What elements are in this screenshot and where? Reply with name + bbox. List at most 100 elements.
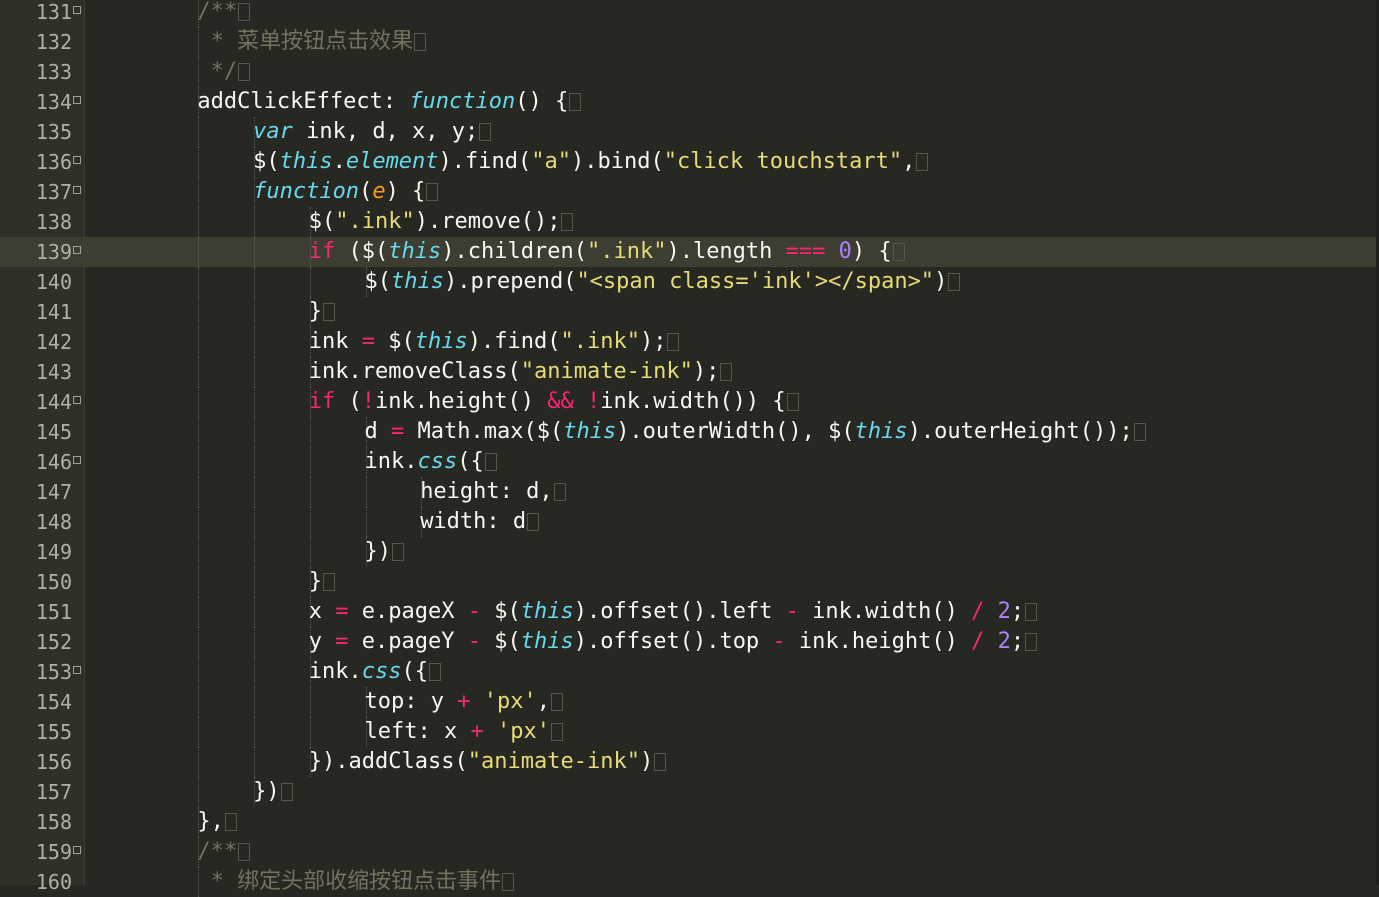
string-token: 'px': [496, 719, 550, 744]
fold-toggle-icon[interactable]: [73, 156, 81, 164]
code-line[interactable]: 136 $(this.element).find("a").bind("click…: [0, 147, 1379, 177]
code-line[interactable]: 139 if ($(this).children(".ink").length =…: [0, 237, 1379, 267]
line-ending-marker: [224, 813, 237, 831]
code-line[interactable]: 141}: [0, 297, 1379, 327]
code-token: ;: [1010, 629, 1025, 654]
code-token: ink: [308, 329, 362, 354]
line-ending-marker: [786, 393, 799, 411]
comment-token: /**: [197, 839, 238, 864]
code-token: ,: [536, 689, 550, 714]
code-line[interactable]: 134 addClickEffect: function() {: [0, 87, 1379, 117]
code-text: if ($(this).children(".ink").length === …: [309, 237, 905, 267]
code-token: y: [308, 629, 336, 654]
indent-guide: [198, 747, 200, 777]
code-line[interactable]: 131 /**: [0, 0, 1379, 27]
code-token: () {: [515, 89, 569, 114]
fold-toggle-icon[interactable]: [73, 666, 81, 674]
code-line[interactable]: 148 width: d: [0, 507, 1379, 537]
operator-token: /: [971, 599, 985, 624]
code-text: },: [197, 807, 237, 837]
code-token: }: [308, 299, 323, 324]
code-text: y = e.pageY - $(this).offset().top - ink…: [308, 627, 1038, 657]
code-line[interactable]: 138 $(".ink").remove();: [0, 207, 1379, 237]
line-ending-marker: [392, 543, 404, 561]
indent-guide: [198, 567, 200, 597]
operator-token: !: [586, 389, 601, 414]
code-token: }: [308, 569, 323, 594]
line-number: 158: [35, 810, 72, 834]
code-token: Math.max($(: [404, 419, 564, 444]
line-ending-marker: [527, 513, 540, 531]
code-line[interactable]: 160 * 绑定头部收缩按钮点击事件: [0, 867, 1379, 897]
code-line[interactable]: 147 height: d,: [0, 477, 1379, 507]
operator-token: =: [335, 629, 349, 654]
code-line[interactable]: 144 if (!ink.height() && !ink.width()) {: [0, 387, 1379, 417]
indent-guide: [254, 477, 256, 507]
code-token: (: [359, 179, 373, 204]
code-line[interactable]: 145 d = Math.max($(this).outerWidth(), $(…: [0, 417, 1379, 447]
fold-toggle-icon[interactable]: [73, 6, 81, 14]
code-line[interactable]: 135 var ink, d, x, y;: [0, 117, 1379, 147]
line-ending-marker: [553, 483, 566, 501]
indent-guide: [254, 687, 256, 717]
indent-guide: [198, 597, 200, 627]
code-token: ).find(: [438, 149, 532, 174]
fold-toggle-icon[interactable]: [73, 846, 81, 854]
code-line[interactable]: 133 */: [0, 57, 1379, 87]
fold-toggle-icon[interactable]: [73, 456, 81, 464]
line-number: 156: [35, 750, 72, 774]
code-line[interactable]: 142 ink = $(this).find(".ink");: [0, 327, 1379, 357]
code-token: $(: [364, 269, 392, 294]
code-line[interactable]: 151 x = e.pageX - $(this).offset().left -…: [0, 597, 1379, 627]
code-line[interactable]: 156}).addClass("animate-ink"): [0, 747, 1379, 777]
code-token: ink.: [308, 659, 362, 684]
code-line[interactable]: 150}: [0, 567, 1379, 597]
code-text: }: [308, 297, 336, 327]
code-text: if (!ink.height() && !ink.width()) {: [309, 387, 799, 417]
code-text: ink = $(this).find(".ink");: [309, 327, 680, 357]
code-token: ) {: [385, 179, 426, 204]
fold-toggle-icon[interactable]: [73, 186, 81, 194]
line-number: 157: [35, 780, 72, 804]
code-token: $(: [481, 599, 521, 624]
fold-toggle-icon[interactable]: [73, 246, 81, 254]
indent-guide: [254, 717, 256, 747]
code-line[interactable]: 158},: [0, 807, 1379, 837]
code-line[interactable]: 153 ink.css({: [0, 657, 1379, 687]
code-line[interactable]: 157}): [0, 777, 1379, 807]
code-token: .: [332, 149, 346, 174]
indent-guide: [254, 237, 256, 267]
indent-guide: [254, 597, 256, 627]
indent-guide: [198, 117, 200, 147]
code-line[interactable]: 159 /**: [0, 837, 1379, 867]
code-token: ).offset().left: [573, 599, 786, 624]
line-ending-marker: [479, 123, 492, 141]
code-line[interactable]: 149}): [0, 537, 1379, 567]
code-line[interactable]: 152 y = e.pageY - $(this).offset().top - …: [0, 627, 1379, 657]
string-token: "animate-ink": [467, 749, 640, 774]
code-line[interactable]: 143 ink.removeClass("animate-ink");: [0, 357, 1379, 387]
string-token: 'px': [483, 689, 537, 714]
code-line[interactable]: 154 top: y + 'px',: [0, 687, 1379, 717]
line-number: 135: [35, 120, 72, 144]
code-editor[interactable]: 131/** 132 * 菜单按钮点击效果 133 */134 addClickEff…: [0, 0, 1379, 897]
comment-token: */: [197, 59, 238, 84]
code-token: ): [934, 269, 948, 294]
indent-guide: [254, 567, 256, 597]
code-line[interactable]: 137 function(e) {: [0, 177, 1379, 207]
operator-token: -: [772, 629, 786, 654]
code-line[interactable]: 132 * 菜单按钮点击效果: [0, 27, 1379, 57]
code-line[interactable]: 140 $(this).prepend("<span class='ink'></…: [0, 267, 1379, 297]
indent-guide: [198, 777, 200, 807]
code-line[interactable]: 155 left: x + 'px': [0, 717, 1379, 747]
indent-guide: [198, 237, 200, 267]
operator-token: =: [391, 419, 405, 444]
code-text: x = e.pageX - $(this).offset().left - in…: [309, 597, 1038, 627]
fold-toggle-icon[interactable]: [73, 96, 81, 104]
fold-toggle-icon[interactable]: [73, 396, 81, 404]
indent-guide: [198, 507, 200, 537]
code-line[interactable]: 146 ink.css({: [0, 447, 1379, 477]
line-number: 144: [35, 390, 72, 414]
